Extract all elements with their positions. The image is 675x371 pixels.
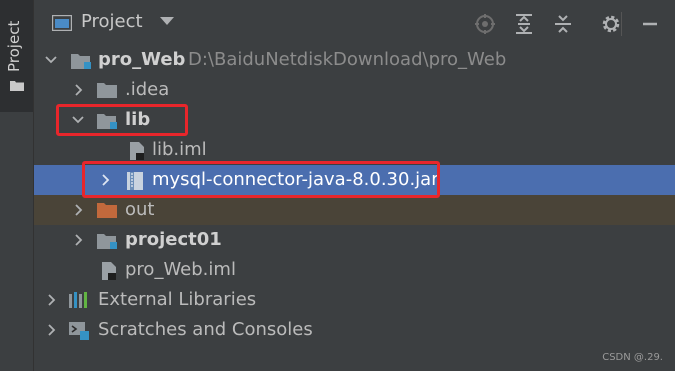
tree-node-pro-web-iml[interactable]: pro_Web.iml	[34, 255, 675, 285]
module-folder-icon	[71, 54, 91, 69]
locate-file-icon[interactable]	[474, 13, 496, 35]
folder-icon	[10, 81, 24, 91]
module-path: D:\BaiduNetdiskDownload\pro_Web	[188, 49, 507, 70]
watermark: CSDN @.29.	[602, 352, 663, 363]
tree-node-label: pro_Web	[98, 49, 186, 70]
highlight-box-lib	[56, 104, 188, 136]
tree-node-label: pro_Web.iml	[125, 259, 236, 280]
chevron-right-icon[interactable]	[71, 225, 85, 255]
libraries-icon	[69, 292, 87, 308]
scratches-icon	[69, 322, 89, 340]
excluded-folder-icon	[97, 203, 117, 218]
project-tool-tab-label: Project	[5, 20, 23, 72]
tree-node-label: .idea	[125, 79, 170, 100]
tree-node-idea[interactable]: .idea	[34, 75, 675, 105]
tree-node-out[interactable]: out	[34, 195, 675, 225]
iml-file-icon	[130, 142, 144, 160]
panel-title: Project	[81, 11, 143, 32]
iml-file-icon	[102, 262, 116, 280]
chevron-right-icon[interactable]	[44, 285, 58, 315]
panel-header: Project	[34, 0, 675, 46]
project-panel: Project pro_Web D:\BaiduNetdiskDownload\…	[34, 0, 675, 371]
gear-icon[interactable]	[600, 13, 622, 35]
chevron-right-icon[interactable]	[71, 75, 85, 105]
tool-window-strip: Project	[0, 0, 34, 371]
tree-node-label: Scratches and Consoles	[98, 319, 313, 340]
view-dropdown-icon[interactable]	[160, 17, 174, 26]
tree-node-label: project01	[125, 229, 222, 250]
highlight-box-jar	[82, 161, 440, 198]
tree-node-label: out	[125, 199, 155, 220]
project-tool-tab[interactable]: Project	[0, 0, 33, 112]
tree-node-external-libraries[interactable]: External Libraries	[34, 285, 675, 315]
folder-icon	[97, 83, 117, 98]
tree-node-scratches[interactable]: Scratches and Consoles	[34, 315, 675, 345]
tree-node-pro-web[interactable]: pro_Web D:\BaiduNetdiskDownload\pro_Web	[34, 45, 675, 75]
tree-node-project01[interactable]: project01	[34, 225, 675, 255]
tree-node-label: External Libraries	[98, 289, 257, 310]
chevron-down-icon[interactable]	[44, 45, 58, 75]
module-folder-icon	[97, 234, 117, 249]
chevron-right-icon[interactable]	[44, 315, 58, 345]
collapse-all-icon[interactable]	[552, 13, 574, 35]
project-window-icon	[52, 15, 72, 31]
expand-all-icon[interactable]	[513, 13, 535, 35]
hide-panel-icon[interactable]	[639, 13, 661, 35]
chevron-right-icon[interactable]	[71, 195, 85, 225]
